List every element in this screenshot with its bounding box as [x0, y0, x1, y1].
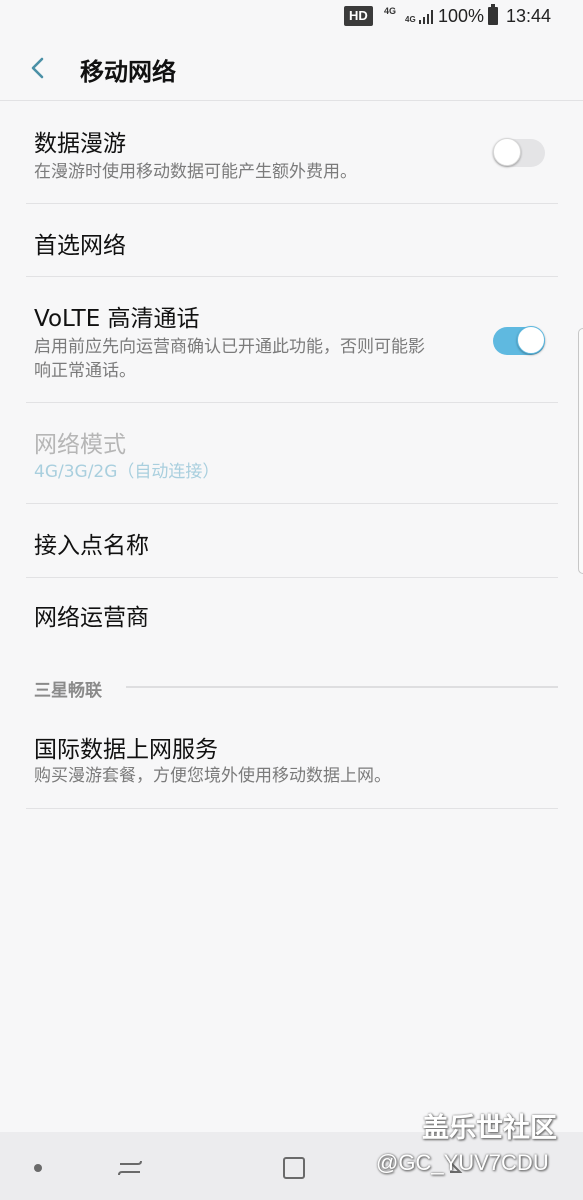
setting-apn[interactable]: 接入点名称 — [0, 504, 583, 576]
setting-subtitle: 4G/3G/2G（自动连接） — [34, 462, 220, 482]
chevron-left-icon — [31, 57, 44, 79]
section-divider — [126, 686, 558, 688]
data-roaming-toggle[interactable] — [493, 138, 545, 167]
scroll-indicator[interactable] — [578, 328, 583, 574]
page-title: 移动网络 — [80, 58, 176, 86]
setting-title: 网络模式 — [34, 432, 126, 458]
clock: 13:44 — [506, 6, 552, 26]
setting-network-operators[interactable]: 网络运营商 — [0, 578, 583, 650]
signal-icon — [419, 10, 433, 24]
header-divider — [0, 100, 583, 101]
setting-title: 国际数据上网服务 — [34, 737, 218, 763]
setting-data-roaming[interactable]: 数据漫游 在漫游时使用移动数据可能产生额外费用。 — [0, 102, 583, 202]
back-button[interactable] — [20, 50, 56, 86]
setting-subtitle: 在漫游时使用移动数据可能产生额外费用。 — [34, 162, 357, 182]
toggle-knob — [493, 138, 521, 166]
setting-network-mode: 网络模式 4G/3G/2G（自动连接） — [0, 403, 583, 503]
setting-title: 首选网络 — [34, 233, 126, 259]
volte-toggle[interactable] — [493, 326, 545, 355]
network-type-top: 4G — [384, 6, 397, 16]
app-header: 移动网络 — [0, 36, 583, 100]
toggle-knob — [517, 326, 545, 354]
setting-subtitle: 启用前应先向运营商确认已开通此功能，否则可能影响正常通话。 — [34, 337, 425, 381]
setting-preferred-network[interactable]: 首选网络 — [0, 204, 583, 276]
setting-title: 接入点名称 — [34, 533, 149, 559]
battery-icon — [488, 4, 498, 25]
hd-badge: HD — [344, 6, 373, 26]
setting-title: VoLTE 高清通话 — [34, 306, 200, 332]
row-divider — [26, 808, 558, 809]
status-bar: HD 4G 4G 100% 13:44 — [0, 0, 583, 36]
setting-title: 数据漫游 — [34, 131, 126, 157]
setting-international-data[interactable]: 国际数据上网服务 购买漫游套餐，方便您境外使用移动数据上网。 — [0, 708, 583, 808]
watermark-id: @GC_YUV7CDU — [376, 1150, 549, 1175]
battery-percent: 100% — [438, 6, 485, 26]
recent-apps-icon[interactable] — [116, 1154, 144, 1182]
setting-subtitle: 购买漫游套餐，方便您境外使用移动数据上网。 — [34, 766, 391, 786]
section-header: 三星畅联 — [34, 681, 102, 701]
setting-volte[interactable]: VoLTE 高清通话 启用前应先向运营商确认已开通此功能，否则可能影响正常通话。 — [0, 277, 583, 402]
setting-title: 网络运营商 — [34, 605, 149, 631]
home-icon[interactable] — [280, 1154, 308, 1182]
nav-dot-icon[interactable] — [34, 1164, 42, 1172]
watermark-title: 盖乐世社区 — [422, 1113, 557, 1144]
network-type-bottom: 4G — [405, 15, 416, 24]
